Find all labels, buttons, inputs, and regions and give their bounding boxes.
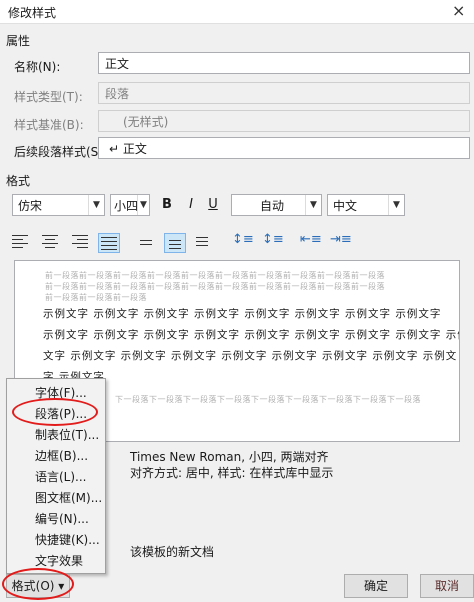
decrease-indent-icon[interactable]: ⇤≡ <box>300 232 322 247</box>
chevron-down-icon: ▼ <box>137 195 149 215</box>
sample-text: 示例文字 示例文字 示例文字 示例文字 示例文字 示例文字 示例文字 示例文字 … <box>43 304 460 388</box>
name-label: 名称(N): <box>14 60 61 74</box>
next-style-label: 后续段落样式(S): <box>14 145 108 159</box>
increase-indent-icon[interactable]: ⇥≡ <box>330 232 352 247</box>
style-description-line-1: Times New Roman, 小四, 两端对齐 <box>130 450 329 464</box>
language-value: 中文 <box>333 199 358 213</box>
chevron-down-icon: ▼ <box>88 195 104 215</box>
style-type-label: 样式类型(T): <box>14 90 83 104</box>
menu-item-border[interactable]: 边框(B)... <box>35 446 88 466</box>
font-select[interactable]: 仿宋 ▼ <box>12 194 105 216</box>
align-left-icon <box>12 235 30 249</box>
double-spacing-button[interactable] <box>196 237 208 251</box>
one-half-spacing-button[interactable] <box>164 233 186 253</box>
cancel-button[interactable]: 取消 <box>420 574 474 598</box>
space-after-icon[interactable]: ↕≡ <box>262 232 284 247</box>
next-paragraph-text: 下一段落下一段落下一段落下一段落下一段落下一段落下一段落下一段落下一段落 <box>115 395 421 404</box>
color-value: 自动 <box>260 199 285 213</box>
style-type-select: 段落 <box>98 82 470 104</box>
size-value: 小四 <box>114 199 139 213</box>
underline-button[interactable]: U <box>203 195 223 215</box>
chevron-down-icon: ▼ <box>305 195 321 215</box>
menu-item-numbering[interactable]: 编号(N)... <box>35 509 89 529</box>
paragraph-highlight-oval <box>12 398 98 426</box>
menu-item-frame[interactable]: 图文框(M)... <box>35 488 102 508</box>
one-half-spacing-icon <box>169 240 181 254</box>
chevron-down-icon: ▼ <box>388 195 404 215</box>
italic-button[interactable]: I <box>181 195 201 215</box>
template-documents-option[interactable]: 该模板的新文档 <box>130 543 214 560</box>
align-center-button[interactable] <box>42 235 60 249</box>
format-highlight-oval <box>2 568 74 600</box>
color-select[interactable]: 自动 ▼ <box>231 194 322 216</box>
title-bar <box>0 0 474 24</box>
single-spacing-icon <box>140 240 152 254</box>
align-right-button[interactable] <box>72 235 90 249</box>
preview-gray-line: 前一段落前一段落前一段落 <box>45 293 147 302</box>
properties-section-label: 属性 <box>6 34 31 48</box>
close-icon[interactable]: × <box>452 1 465 20</box>
space-before-icon[interactable]: ↕≡ <box>232 232 254 247</box>
next-style-select[interactable]: ↵ 正文 <box>98 137 470 159</box>
size-select[interactable]: 小四 ▼ <box>110 194 150 216</box>
ok-button[interactable]: 确定 <box>344 574 408 598</box>
format-section-label: 格式 <box>6 174 31 188</box>
dialog-title: 修改样式 <box>8 6 57 20</box>
style-based-select: (无样式) <box>98 110 470 132</box>
menu-item-language[interactable]: 语言(L)... <box>35 467 87 487</box>
align-right-icon <box>72 235 90 249</box>
preview-gray-line: 前一段落前一段落前一段落前一段落前一段落前一段落前一段落前一段落前一段落前一段落 <box>45 271 385 280</box>
previous-paragraph-text: 前一段落前一段落前一段落前一段落前一段落前一段落前一段落前一段落前一段落前一段落… <box>45 270 385 303</box>
menu-item-shortcut-key[interactable]: 快捷键(K)... <box>35 530 100 550</box>
align-center-icon <box>42 235 60 249</box>
preview-sample-line: 示例文字 示例文字 示例文字 示例文字 示例文字 示例文字 示例文字 示例文字 <box>43 308 442 320</box>
preview-sample-line: 示例文字 示例文字 示例文字 示例文字 示例文字 示例文字 示例文字 示例文字 … <box>43 329 460 341</box>
double-spacing-icon <box>196 237 208 251</box>
language-select[interactable]: 中文 ▼ <box>327 194 405 216</box>
bold-button[interactable]: B <box>157 195 177 215</box>
style-description-line-2: 对齐方式: 居中, 样式: 在样式库中显示 <box>130 466 334 480</box>
justify-icon <box>101 237 119 251</box>
align-left-button[interactable] <box>12 235 30 249</box>
font-value: 仿宋 <box>18 199 43 213</box>
preview-gray-line: 前一段落前一段落前一段落前一段落前一段落前一段落前一段落前一段落前一段落前一段落 <box>45 282 385 291</box>
justify-button[interactable] <box>98 233 120 253</box>
style-based-label: 样式基准(B): <box>14 118 84 132</box>
single-spacing-button[interactable] <box>140 240 152 254</box>
preview-sample-line: 文字 示例文字 示例文字 示例文字 示例文字 示例文字 示例文字 示例文字 示例… <box>43 350 458 362</box>
name-input[interactable]: 正文 <box>98 52 470 74</box>
menu-item-tabs[interactable]: 制表位(T)... <box>35 425 99 445</box>
